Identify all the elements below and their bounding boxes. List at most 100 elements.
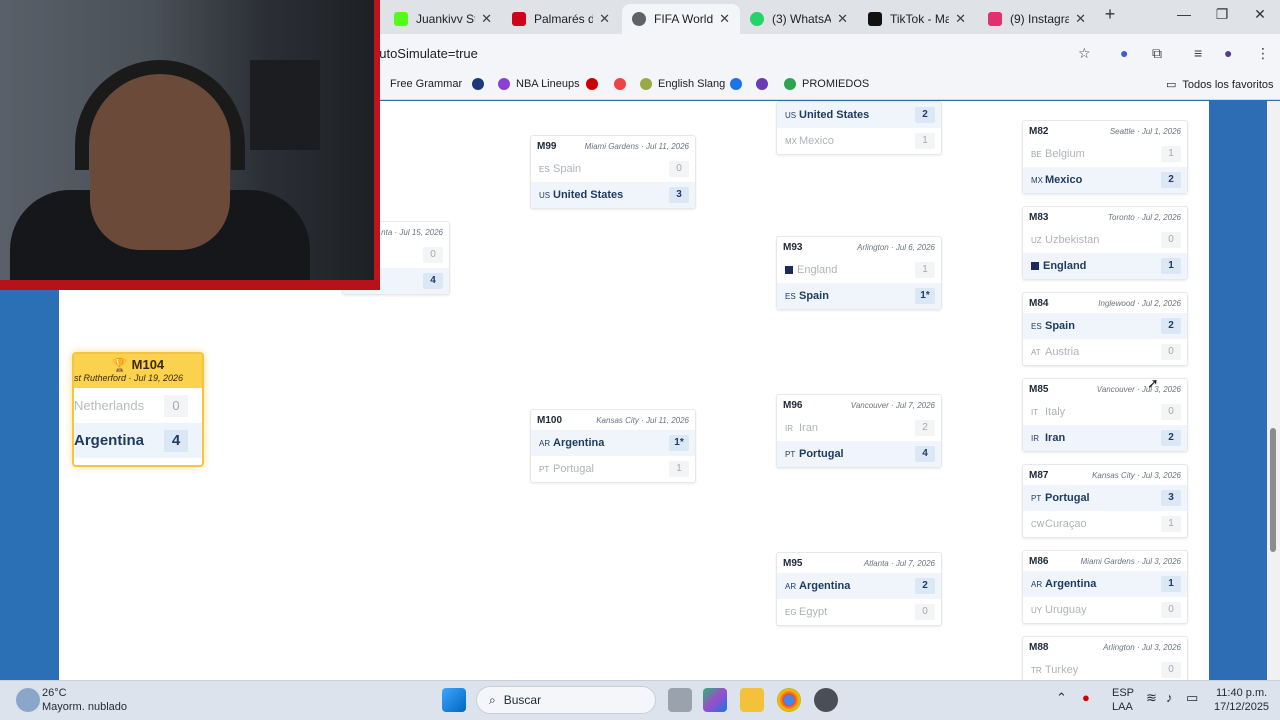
team-name: Curaçao: [1045, 518, 1087, 530]
avatar[interactable]: ●: [1224, 45, 1232, 61]
flag-icon: [785, 266, 793, 274]
team-name: Belgium: [1045, 148, 1085, 160]
minimize-icon[interactable]: —: [1166, 6, 1202, 22]
battery-icon[interactable]: ▭: [1186, 690, 1198, 706]
team-score: 1*: [915, 288, 935, 304]
match-card[interactable]: M85 Vancouver · Jul 3, 2026 IT Italy 0 IR Iran…: [1022, 378, 1188, 452]
bookmark-label: Free Grammar: [390, 78, 463, 90]
m365-icon[interactable]: [703, 688, 727, 712]
country-code: ES: [1031, 321, 1042, 331]
team-name: Argentina: [74, 432, 145, 449]
match-card[interactable]: M95 Atlanta · Jul 7, 2026 AR Argentina 2 EG Eg…: [776, 552, 942, 626]
bookmark-english-slang[interactable]: English Slang: [640, 78, 725, 90]
app-icon[interactable]: [814, 688, 838, 712]
task-view-icon[interactable]: [668, 688, 692, 712]
window-close-icon[interactable]: ✕: [1242, 6, 1278, 23]
tab-title: (3) WhatsApp: [772, 12, 832, 26]
file-explorer-icon[interactable]: [740, 688, 764, 712]
bookmark-mlb-icon[interactable]: [472, 78, 490, 90]
star-icon[interactable]: ☆: [1078, 45, 1091, 62]
bookmark-chrome[interactable]: [614, 78, 632, 90]
close-icon[interactable]: ✕: [837, 11, 848, 27]
scrollbar-thumb[interactable]: [1270, 428, 1276, 552]
url-field[interactable]: autoSimulate=true: [372, 46, 478, 61]
microphone-icon[interactable]: ●: [1082, 690, 1090, 705]
bookmark-mail[interactable]: [730, 78, 748, 90]
search-icon: ⌕: [489, 692, 496, 707]
media-icon[interactable]: ≡: [1194, 45, 1202, 61]
match-card[interactable]: US United States 2 MX Mexico 1: [776, 101, 942, 155]
as-icon: [512, 12, 526, 26]
match-card[interactable]: M87 Kansas City · Jul 3, 2026 PT Portugal 3 C…: [1022, 464, 1188, 538]
match-card[interactable]: M88 Arlington · Jul 3, 2026 TR Turkey 0: [1022, 636, 1188, 684]
bookmark-promiedos[interactable]: PROMIEDOS: [784, 78, 869, 90]
country-code: CW: [1031, 519, 1045, 529]
team-score: 2: [1161, 318, 1181, 334]
match-card[interactable]: M100 Kansas City · Jul 11, 2026 AR Argentin…: [530, 409, 696, 483]
team-row: MX Mexico 2: [1023, 167, 1187, 193]
scrollbar[interactable]: [1267, 101, 1280, 680]
match-card[interactable]: M86 Miami Gardens · Jul 3, 2026 AR Argentin…: [1022, 550, 1188, 624]
keyboard-layout[interactable]: LAA: [1112, 701, 1133, 713]
team-name: Iran: [1045, 432, 1066, 444]
bookmark-free-grammar[interactable]: Free Grammar: [390, 78, 462, 90]
team-name: Spain: [799, 290, 829, 302]
close-icon[interactable]: ✕: [955, 11, 966, 27]
final-match-card[interactable]: 🏆 M104 st Rutherford · Jul 19, 2026 Neth…: [72, 352, 204, 467]
match-card[interactable]: M83 Toronto · Jul 2, 2026 UZ Uzbekistan 0 Eng…: [1022, 206, 1188, 280]
extension-icon[interactable]: ●: [1120, 45, 1128, 61]
instagram-icon: [988, 12, 1002, 26]
new-tab-button[interactable]: +: [1092, 4, 1128, 25]
menu-icon[interactable]: ⋮: [1256, 45, 1270, 62]
match-card[interactable]: M93 Arlington · Jul 6, 2026 England 1 ES Spai…: [776, 236, 942, 310]
team-row: PT Portugal 1: [531, 456, 695, 482]
team-name: Argentina: [553, 437, 605, 449]
volume-icon[interactable]: ♪: [1166, 690, 1173, 705]
close-icon[interactable]: ✕: [719, 11, 730, 27]
clock-time[interactable]: 11:40 p.m.: [1216, 687, 1267, 699]
match-id: M82: [1029, 125, 1049, 137]
bookmark-nba-lineups[interactable]: NBA Lineups: [498, 78, 580, 90]
bookmark-label: NBA Lineups: [516, 78, 580, 90]
tab-fifa[interactable]: FIFA World C ✕: [622, 4, 740, 34]
match-card[interactable]: M99 Miami Gardens · Jul 11, 2026 ES Spain 0 U…: [530, 135, 696, 209]
team-score: 1: [1161, 576, 1181, 592]
team-row: IR Iran 2: [1023, 425, 1187, 451]
puzzle-icon[interactable]: ⧉: [1152, 45, 1162, 62]
close-icon[interactable]: ✕: [481, 11, 492, 27]
tab-title: Palmarés de: [534, 12, 594, 26]
wifi-icon[interactable]: ≋: [1146, 690, 1157, 706]
bookmark-red[interactable]: [586, 78, 604, 90]
match-meta: Arlington · Jul 3, 2026: [1103, 642, 1181, 652]
whatsapp-icon: [750, 12, 764, 26]
match-card[interactable]: M96 Vancouver · Jul 7, 2026 IR Iran 2 PT Portu…: [776, 394, 942, 468]
weather-temp[interactable]: 26°C: [42, 687, 67, 699]
weather-icon[interactable]: [16, 688, 40, 712]
tab-whatsapp[interactable]: (3) WhatsApp ✕: [740, 4, 858, 34]
language-indicator[interactable]: ESP: [1112, 687, 1134, 699]
match-meta: Kansas City · Jul 11, 2026: [596, 415, 689, 425]
tab-kick[interactable]: Juankivv Stre ✕: [384, 4, 502, 34]
taskbar-search[interactable]: ⌕ Buscar: [476, 686, 656, 714]
country-code: US: [539, 190, 551, 200]
windows-start-icon[interactable]: [442, 688, 466, 712]
tab-instagram[interactable]: (9) Instagram ✕: [978, 4, 1096, 34]
all-bookmarks[interactable]: ▭ Todos los favoritos: [1166, 78, 1274, 92]
clock-date[interactable]: 17/12/2025: [1214, 701, 1269, 713]
tab-as[interactable]: Palmarés de ✕: [502, 4, 620, 34]
match-card[interactable]: M84 Inglewood · Jul 2, 2026 ES Spain 2 AT Aust…: [1022, 292, 1188, 366]
close-icon[interactable]: ✕: [1075, 11, 1086, 27]
team-row: US United States 3: [531, 182, 695, 208]
match-id: M100: [537, 414, 563, 426]
tab-tiktok[interactable]: TikTok - Make ✕: [858, 4, 976, 34]
chrome-taskbar-icon[interactable]: [777, 688, 801, 712]
close-icon[interactable]: ✕: [599, 11, 610, 27]
bookmark-calendar[interactable]: [756, 78, 774, 90]
match-id: M95: [783, 557, 803, 569]
bookmark-label: English Slang: [658, 78, 726, 90]
maximize-icon[interactable]: ❐: [1204, 6, 1240, 23]
team-score: 1: [1161, 258, 1181, 274]
match-card[interactable]: M82 Seattle · Jul 1, 2026 BE Belgium 1 MX Mexi…: [1022, 120, 1188, 194]
chevron-up-icon[interactable]: ⌃: [1056, 690, 1067, 706]
weather-desc[interactable]: Mayorm. nublado: [42, 701, 127, 713]
